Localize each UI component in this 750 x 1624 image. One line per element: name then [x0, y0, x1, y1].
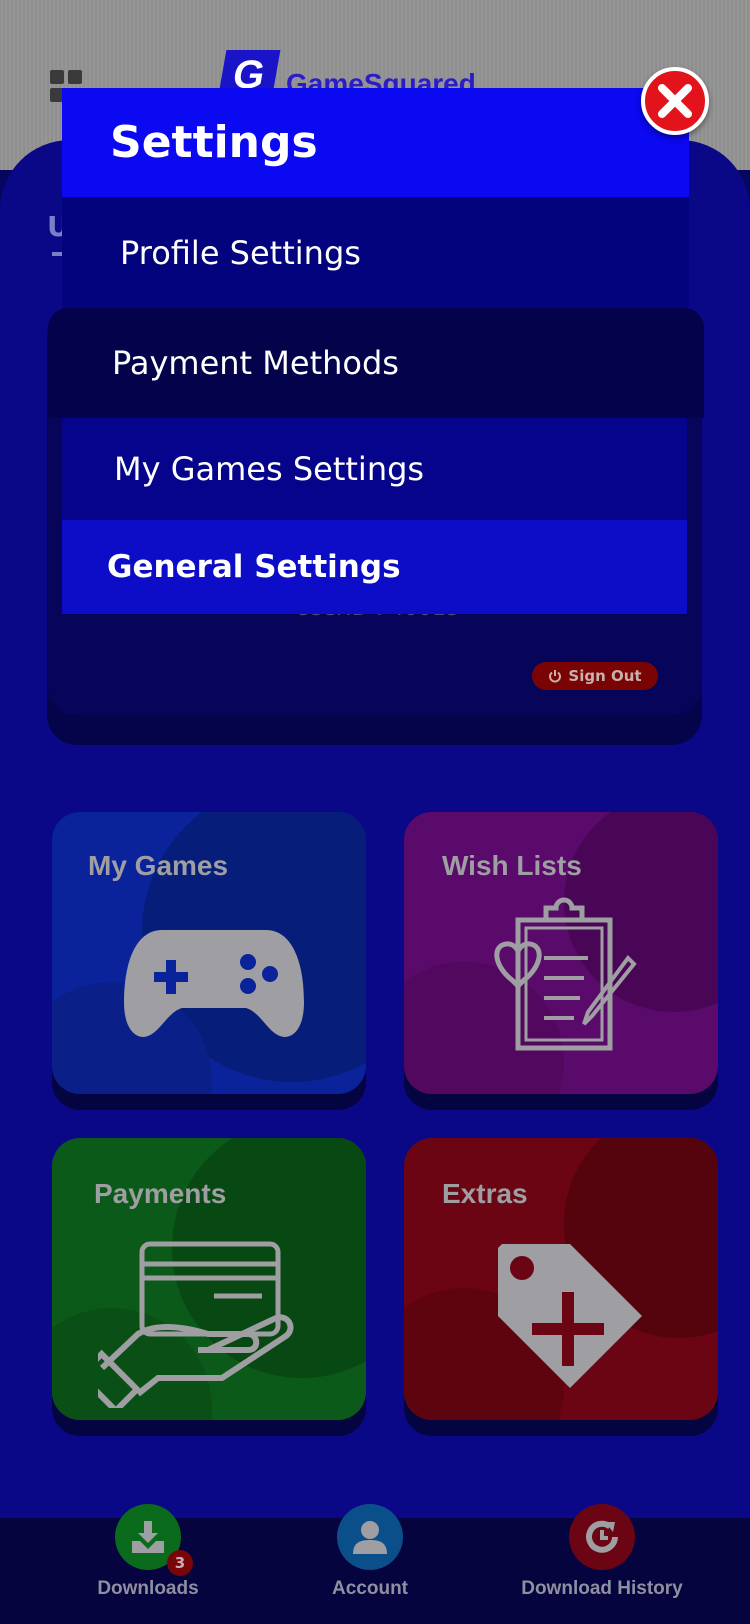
- user-icon: [353, 1521, 387, 1554]
- nav-account[interactable]: Account: [260, 1504, 480, 1600]
- menu-item-payment-methods[interactable]: Payment Methods: [48, 308, 704, 418]
- history-icon: [586, 1520, 618, 1553]
- payments-tile[interactable]: Payments: [52, 1138, 366, 1420]
- gamepad-icon: [124, 930, 304, 1037]
- downloads-label: Downloads: [97, 1578, 199, 1599]
- menu-item-profile-settings[interactable]: Profile Settings: [62, 197, 689, 308]
- menu-item-label: Payment Methods: [112, 344, 399, 382]
- sign-out-label: Sign Out: [568, 667, 642, 685]
- menu-item-label: General Settings: [107, 549, 401, 585]
- bottom-navigation: 3 Downloads Account Download History: [0, 1504, 750, 1624]
- close-icon: [658, 84, 692, 118]
- menu-item-label: My Games Settings: [114, 450, 425, 488]
- payments-title: Payments: [94, 1178, 227, 1209]
- menu-item-label: Profile Settings: [120, 233, 361, 272]
- my-games-tile[interactable]: My Games: [52, 812, 366, 1094]
- power-icon: [549, 670, 562, 683]
- extras-title: Extras: [442, 1178, 528, 1209]
- settings-header: Settings: [62, 88, 689, 197]
- account-label: Account: [332, 1578, 408, 1599]
- nav-downloads[interactable]: 3 Downloads: [38, 1504, 258, 1600]
- wish-lists-tile[interactable]: Wish Lists: [404, 812, 718, 1094]
- extras-tile[interactable]: Extras: [404, 1138, 718, 1420]
- hand-card-icon: [98, 1241, 294, 1408]
- my-games-title: My Games: [88, 850, 229, 881]
- menu-item-general-settings[interactable]: General Settings: [62, 520, 687, 614]
- settings-title: Settings: [110, 117, 318, 168]
- tag-plus-icon: [498, 1244, 642, 1388]
- wish-lists-title: Wish Lists: [442, 850, 582, 881]
- download-icon: [132, 1521, 164, 1553]
- close-button[interactable]: [641, 67, 709, 135]
- download-history-label: Download History: [521, 1578, 683, 1599]
- sign-out-button[interactable]: Sign Out: [532, 662, 658, 690]
- clipboard-heart-icon: [494, 897, 637, 1051]
- settings-modal: Settings Profile Settings Payment Method…: [48, 88, 704, 614]
- menu-item-my-games-settings[interactable]: My Games Settings: [62, 418, 687, 520]
- downloads-badge: 3: [167, 1550, 193, 1576]
- nav-download-history[interactable]: Download History: [492, 1504, 712, 1600]
